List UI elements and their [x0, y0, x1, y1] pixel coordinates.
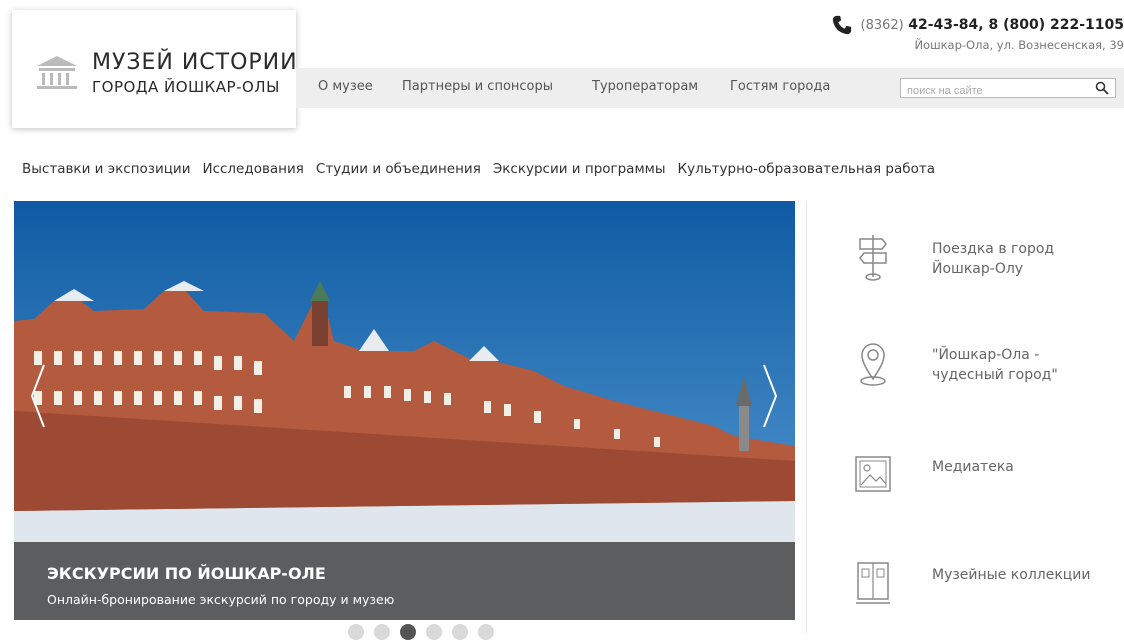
topnav-item-about[interactable]: О музее	[318, 79, 373, 94]
sidebar-divider	[806, 201, 807, 633]
slide-subtitle: Онлайн-бронирование экскурсий по городу …	[47, 592, 395, 607]
topnav-item-touroperators[interactable]: Туроператорам	[592, 79, 698, 94]
sidebar-item-media[interactable]: Медиатека	[808, 451, 1124, 531]
sidebar-item-label: Музейные коллекции	[932, 567, 1091, 583]
search-box	[900, 78, 1116, 100]
mainnav-item-excursions[interactable]: Экскурсии и программы	[493, 161, 666, 177]
contacts-block: (8362) 42-43-84, 8 (800) 222-1105 Йошкар…	[794, 14, 1124, 52]
sidebar-item-trip[interactable]: Поездка в город Йошкар-Олу	[808, 233, 1124, 313]
phone-row: (8362) 42-43-84, 8 (800) 222-1105	[794, 14, 1124, 36]
main-navigation: Выставки и экспозиции Исследования Студии …	[22, 161, 947, 177]
signpost-icon	[859, 235, 887, 281]
topnav-item-partners[interactable]: Партнеры и спонсоры	[402, 79, 553, 94]
mainnav-item-exhibitions[interactable]: Выставки и экспозиции	[22, 161, 190, 177]
sidebar-item-label: Медиатека	[932, 459, 1014, 475]
slide-title[interactable]: Экскурсии по Йошкар-Оле	[47, 564, 326, 583]
picture-icon	[855, 456, 891, 492]
slider-dot[interactable]	[426, 624, 442, 640]
mainnav-item-research[interactable]: Исследования	[202, 161, 303, 177]
slider-next-arrow[interactable]	[760, 361, 780, 431]
logo-subtitle: города Йошкар-Олы	[92, 78, 280, 96]
sidebar-item-city[interactable]: "Йошкар-Ола - чудесный город"	[808, 339, 1124, 419]
site-logo[interactable]: Музей истории города Йошкар-Олы	[12, 10, 298, 128]
top-navigation: О музее Партнеры и спонсоры Туроператора…	[296, 68, 1124, 108]
sidebar-item-label: "Йошкар-Ола - чудесный город"	[932, 347, 1058, 383]
phone-code: (8362)	[860, 18, 904, 33]
cabinet-icon	[856, 562, 890, 604]
slider-dot[interactable]	[348, 624, 364, 640]
hero-slider[interactable]: Экскурсии по Йошкар-Оле Онлайн-бронирова…	[14, 201, 795, 620]
phone-numbers[interactable]: 42-43-84, 8 (800) 222-1105	[908, 17, 1124, 33]
slider-dot[interactable]	[374, 624, 390, 640]
sidebar-item-label: Поездка в город Йошкар-Олу	[932, 241, 1055, 277]
slider-prev-arrow[interactable]	[28, 361, 48, 431]
slider-pagination	[348, 624, 504, 640]
phone-icon	[832, 15, 851, 35]
museum-building-icon	[37, 56, 77, 89]
slider-dot[interactable]	[478, 624, 494, 640]
address: Йошкар-Ола, ул. Вознесенская, 39	[914, 38, 1124, 52]
mainnav-item-education[interactable]: Культурно-образовательная работа	[678, 161, 935, 177]
logo-title: Музей истории	[92, 50, 298, 75]
slider-dot[interactable]	[452, 624, 468, 640]
search-input[interactable]	[901, 82, 1087, 100]
topnav-item-guests[interactable]: Гостям города	[730, 79, 830, 94]
search-icon[interactable]	[1095, 81, 1109, 95]
slide-caption[interactable]: Экскурсии по Йошкар-Оле Онлайн-бронирова…	[14, 542, 795, 620]
sidebar-item-collections[interactable]: Музейные коллекции	[808, 559, 1124, 639]
mainnav-item-studios[interactable]: Студии и объединения	[316, 161, 481, 177]
sidebar-links: Поездка в город Йошкар-Олу "Йошкар-Ола -…	[808, 201, 1124, 633]
map-pin-icon	[860, 343, 886, 386]
slider-dot-active[interactable]	[400, 624, 416, 640]
